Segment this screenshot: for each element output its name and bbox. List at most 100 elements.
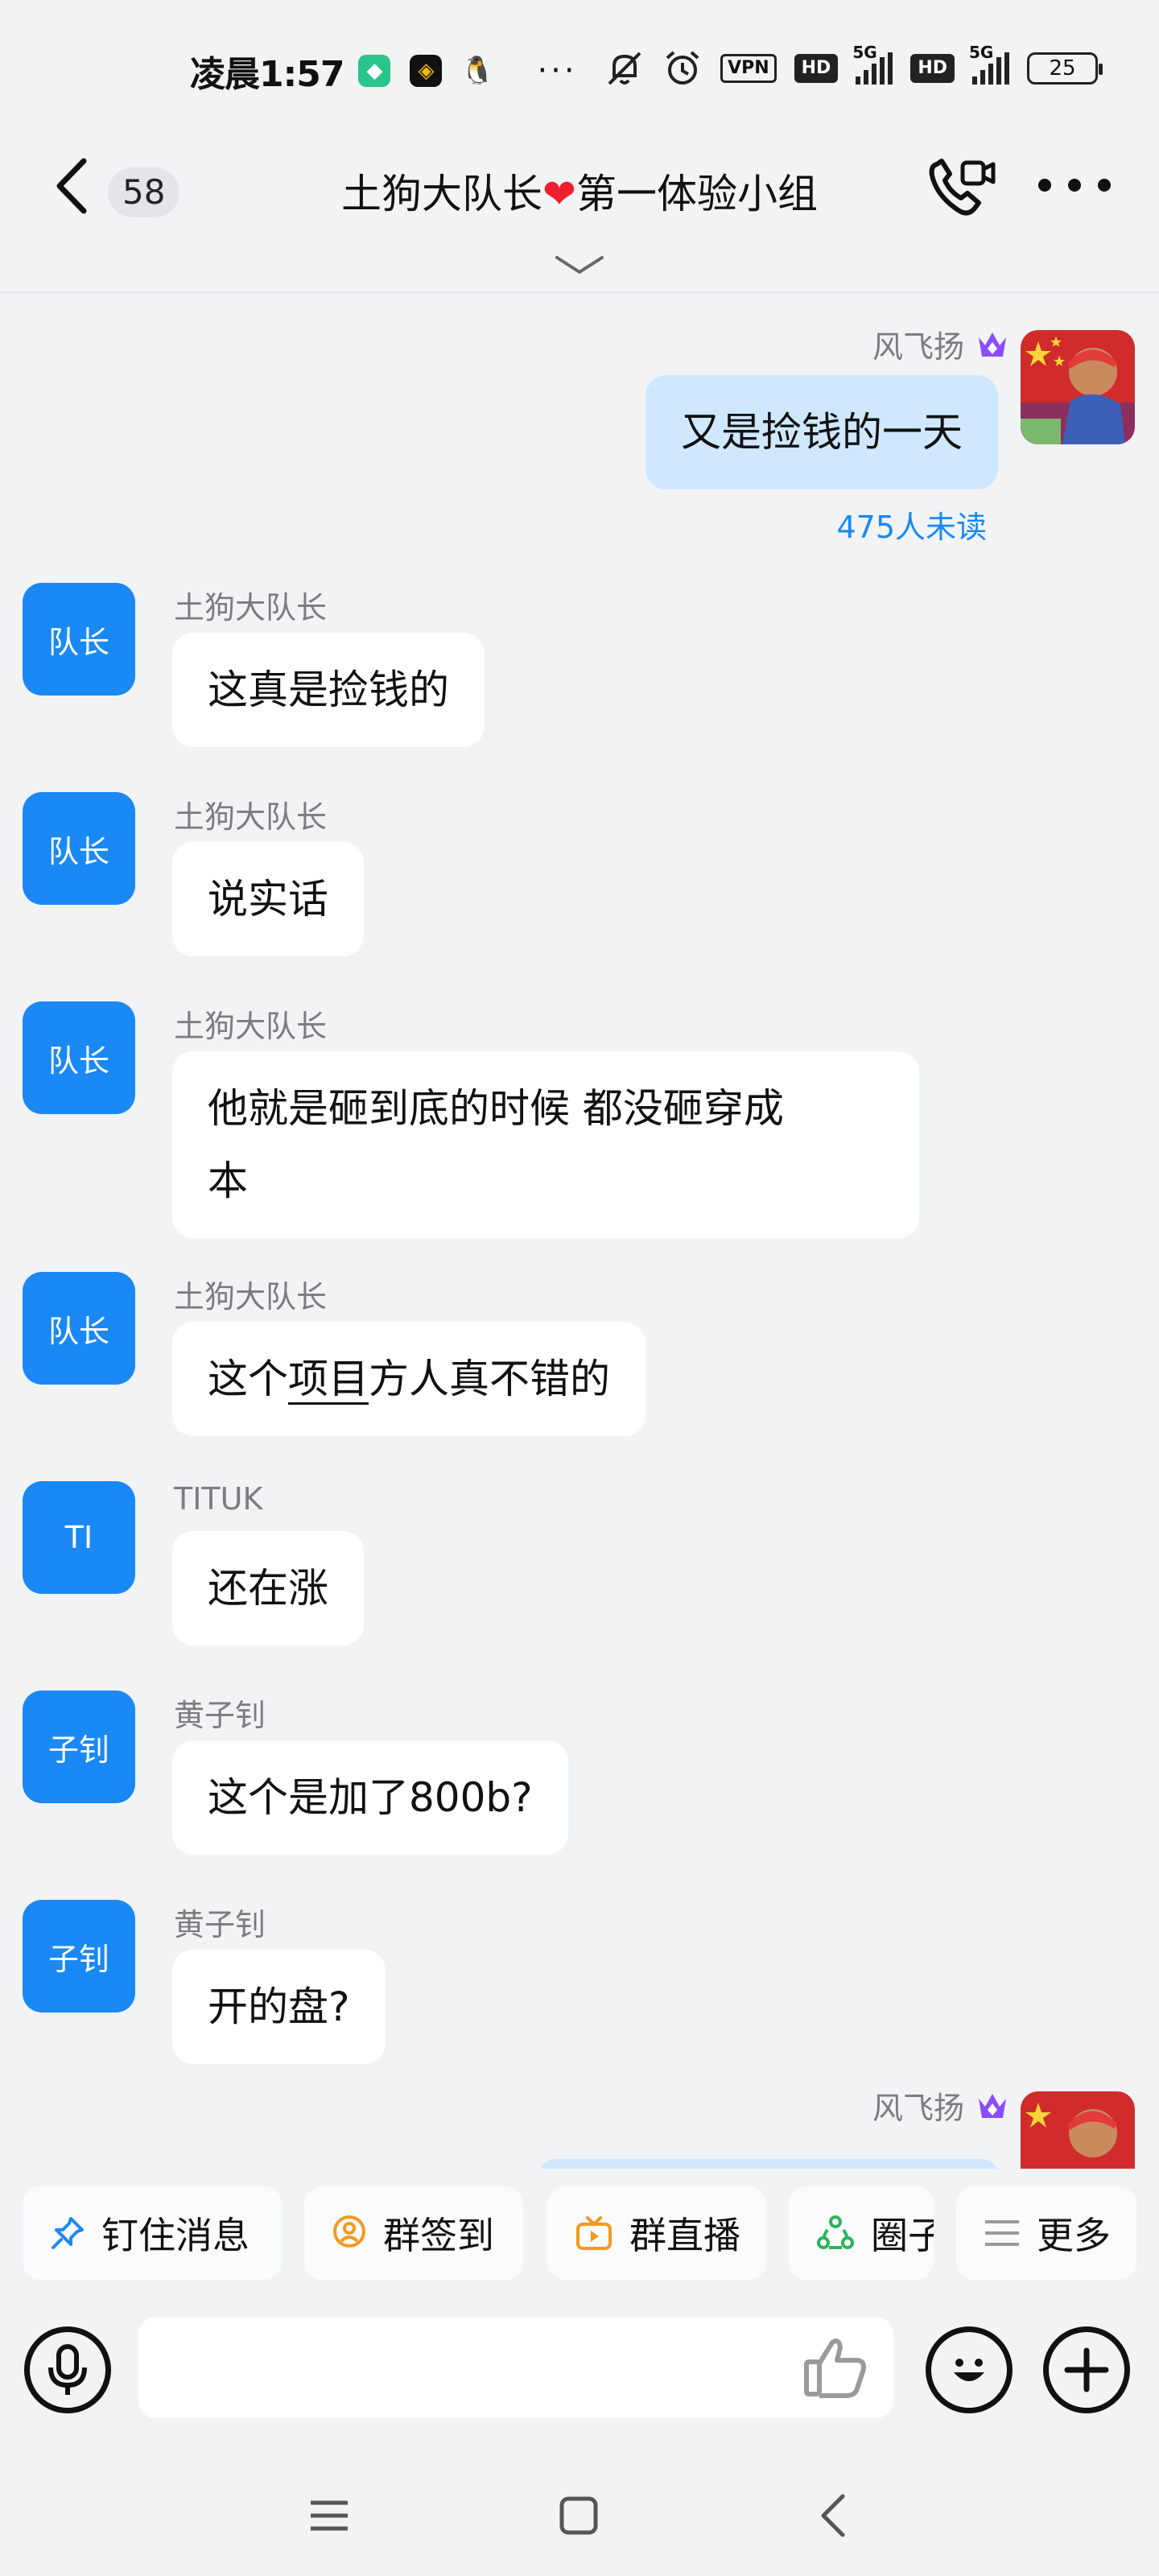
message-bubble[interactable]: 这个是加了800b? xyxy=(172,1740,568,1855)
hd-indicator-2: HD xyxy=(910,54,955,83)
crown-badge-icon xyxy=(979,2093,1006,2118)
sender-name: 土狗大队长 xyxy=(174,1009,328,1044)
hd-indicator-1: HD xyxy=(794,54,839,83)
mute-bell-icon xyxy=(608,52,641,85)
sender-name: 黄子钊 xyxy=(174,1907,266,1942)
emoji-button[interactable] xyxy=(926,2326,1013,2413)
sender-avatar[interactable]: TI xyxy=(23,1481,135,1594)
message-bubble[interactable]: 这个项目方人真不错的 xyxy=(172,1322,645,1436)
sender-avatar[interactable]: 队长 xyxy=(23,1001,135,1114)
profile-photo-avatar xyxy=(1021,2091,1135,2169)
message-bubble[interactable]: 开的盘? xyxy=(172,1950,386,2064)
system-nav-bar xyxy=(0,2463,1159,2576)
group-live-button[interactable]: 群直播 xyxy=(547,2186,766,2280)
sender-avatar[interactable]: 子钊 xyxy=(23,1900,135,2013)
like-button[interactable] xyxy=(800,2334,872,2402)
system-back-button[interactable] xyxy=(797,2479,869,2552)
crown-badge-icon xyxy=(979,332,1006,357)
recent-apps-button[interactable] xyxy=(293,2479,365,2552)
chat-title-text-2: 第一体验小组 xyxy=(575,171,818,217)
dot-icon xyxy=(1098,179,1111,192)
menu-lines-icon xyxy=(985,2220,1019,2246)
back-arrow-icon xyxy=(56,158,87,214)
unread-count-badge[interactable]: 58 xyxy=(108,167,180,217)
keyword-link[interactable]: 项目 xyxy=(288,1356,369,1402)
signal-icon-1: 5G xyxy=(852,43,893,85)
status-time: 凌晨1:57 xyxy=(190,54,344,95)
chat-header: 58 土狗大队长❤第一体验小组 xyxy=(0,142,1159,293)
profile-photo-avatar xyxy=(1021,330,1135,444)
call-button[interactable] xyxy=(926,155,998,219)
unread-receipt-link[interactable]: 475人未读 xyxy=(836,502,987,547)
circle-group-icon xyxy=(817,2215,854,2249)
signal-icon-2: 5G xyxy=(969,43,1009,85)
message-bubble[interactable]: 还在涨 xyxy=(172,1531,364,1645)
sender-name: 土狗大队长 xyxy=(174,799,328,835)
dot-icon xyxy=(1038,179,1051,192)
pin-message-label: 钉住消息 xyxy=(101,2214,250,2257)
chat-title-text-1: 土狗大队长 xyxy=(341,171,543,217)
battery-level: 25 xyxy=(1049,56,1076,80)
plus-icon xyxy=(1064,2347,1109,2392)
message-bubble-partial[interactable] xyxy=(539,2159,998,2169)
message-bubble[interactable]: 说实话 xyxy=(172,842,364,956)
group-checkin-button[interactable]: 群签到 xyxy=(304,2186,523,2280)
menu-icon xyxy=(311,2500,348,2531)
message-text: 方人真不错的 xyxy=(369,1356,610,1402)
message-bubble[interactable]: 这真是捡钱的 xyxy=(172,633,485,747)
expand-chevron-button[interactable] xyxy=(552,251,607,279)
message-input[interactable] xyxy=(138,2317,893,2418)
sender-avatar[interactable]: 队长 xyxy=(23,792,135,905)
sender-avatar[interactable]: 队长 xyxy=(23,1272,135,1385)
input-bar xyxy=(0,2306,1159,2434)
battery-icon: 25 xyxy=(1027,52,1103,85)
sender-name: 土狗大队长 xyxy=(174,1279,328,1315)
circle-label: 圈子 xyxy=(871,2214,934,2257)
sender-info: 风飞扬 xyxy=(872,2083,1009,2128)
message-bubble[interactable]: 他就是砸到底的时候 都没砸穿成 本 xyxy=(172,1051,919,1238)
message-list[interactable]: 风飞扬 又是捡钱的一天 475人未读 队长 土狗大队长 这真是捡钱的 队长 土狗… xyxy=(0,295,1159,2169)
group-live-label: 群直播 xyxy=(629,2214,740,2257)
thumbs-up-icon xyxy=(804,2339,867,2398)
live-tv-icon xyxy=(576,2216,612,2250)
sender-name: 黄子钊 xyxy=(174,1698,266,1733)
chevron-down-icon xyxy=(555,256,604,274)
chat-title[interactable]: 土狗大队长❤第一体验小组 xyxy=(290,166,869,222)
phone-video-icon xyxy=(929,159,996,216)
sender-name: 风飞扬 xyxy=(872,329,964,365)
back-button[interactable] xyxy=(48,150,97,222)
message-line: 他就是砸到底的时候 都没砸穿成 xyxy=(208,1085,784,1132)
home-button[interactable] xyxy=(542,2479,615,2552)
status-bar: 凌晨1:57 ◆ ◈ 🐧 ··· VPN HD 5G HD 5G 25 xyxy=(0,0,1159,142)
more-actions-button[interactable]: 更多 xyxy=(956,2186,1136,2280)
dot-icon xyxy=(1068,179,1081,192)
location-checkin-icon xyxy=(333,2215,365,2248)
qq-penguin-icon: 🐧 xyxy=(460,55,495,87)
pin-message-button[interactable]: 钉住消息 xyxy=(23,2186,282,2280)
group-checkin-label: 群签到 xyxy=(383,2214,494,2257)
voice-input-button[interactable] xyxy=(24,2326,111,2413)
sender-info: 风飞扬 xyxy=(872,322,1009,366)
sender-name: 风飞扬 xyxy=(872,2091,964,2126)
message-text: 这个 xyxy=(208,1356,288,1402)
circle-button[interactable]: 圈子 xyxy=(789,2186,934,2280)
self-avatar[interactable] xyxy=(1021,330,1135,444)
more-options-button[interactable] xyxy=(1038,179,1111,195)
back-triangle-icon xyxy=(821,2494,845,2537)
sender-avatar[interactable]: 子钊 xyxy=(23,1690,135,1803)
emoji-face-icon xyxy=(954,2359,984,2381)
self-avatar[interactable] xyxy=(1021,2091,1135,2169)
message-bubble[interactable]: 又是捡钱的一天 xyxy=(645,375,998,489)
alarm-icon xyxy=(666,51,699,85)
sender-name: TITUK xyxy=(174,1481,263,1517)
more-actions-label: 更多 xyxy=(1037,2214,1111,2257)
app-notification-icon: ◆ xyxy=(358,55,391,87)
pin-icon xyxy=(52,2217,84,2249)
more-notifications-icon: ··· xyxy=(537,52,578,89)
sender-avatar[interactable]: 队长 xyxy=(23,583,135,696)
add-attachment-button[interactable] xyxy=(1043,2326,1130,2413)
binance-icon: ◈ xyxy=(410,55,443,87)
heart-icon: ❤ xyxy=(542,171,576,217)
quick-action-bar: 钉住消息 群签到 群直播 圈子 更多 xyxy=(0,2186,1159,2280)
microphone-icon xyxy=(48,2344,87,2395)
